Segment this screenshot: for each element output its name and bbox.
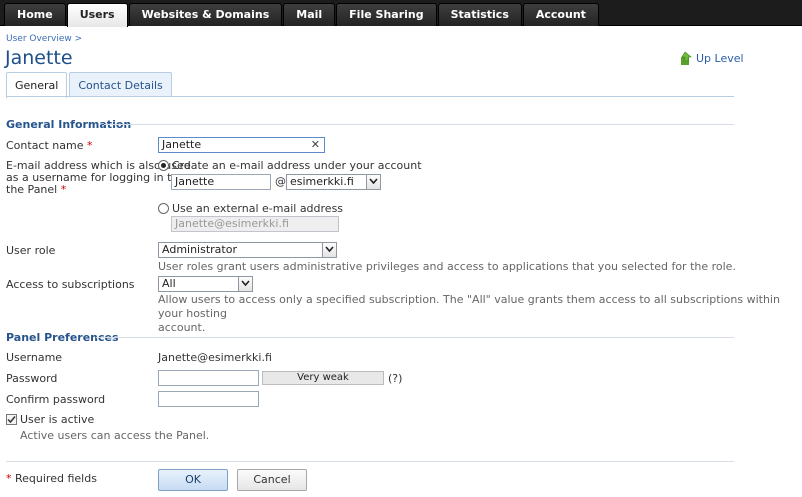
tab-account[interactable]: Account	[522, 3, 599, 26]
username-value: Janette@esimerkki.fi	[158, 351, 272, 364]
chevron-down-icon	[238, 277, 252, 291]
confirm-password-label: Confirm password	[6, 393, 106, 406]
up-level-icon	[681, 52, 692, 65]
chevron-down-icon	[322, 243, 336, 257]
breadcrumb[interactable]: User Overview >	[6, 34, 82, 44]
section-divider	[104, 124, 734, 125]
ok-button[interactable]: OK	[158, 469, 228, 491]
at-sign: @	[275, 175, 286, 188]
tab-home[interactable]: Home	[4, 3, 66, 26]
cancel-button[interactable]: Cancel	[237, 469, 307, 491]
chevron-down-icon	[366, 175, 380, 189]
user-active-label: User is active	[20, 413, 95, 426]
external-email-radio[interactable]	[158, 203, 169, 214]
subscriptions-hint: Allow users to access only a specified s…	[158, 293, 780, 334]
email-local-input[interactable]: Janette	[171, 174, 271, 190]
password-input[interactable]	[158, 370, 259, 386]
required-mark: *	[87, 139, 93, 152]
top-navigation: Home Users Websites & Domains Mail File …	[0, 0, 802, 27]
user-active-checkbox[interactable]	[6, 414, 17, 425]
create-email-option-label: Create an e-mail address under your acco…	[172, 159, 422, 172]
tab-general[interactable]: General	[6, 72, 68, 98]
nav-tabs: Home Users Websites & Domains Mail File …	[4, 3, 600, 27]
subscriptions-label: Access to subscriptions	[6, 278, 135, 291]
confirm-password-input[interactable]	[158, 391, 259, 407]
tab-statistics[interactable]: Statistics	[437, 3, 522, 26]
external-email-option-label: Use an external e-mail address	[172, 202, 344, 215]
checkmark-icon	[7, 416, 16, 424]
user-role-hint: User roles grant users administrative pr…	[158, 260, 736, 273]
up-level-label: Up Level	[696, 52, 744, 65]
create-email-radio[interactable]	[158, 160, 169, 171]
section-divider	[96, 337, 734, 338]
external-email-input[interactable]: Janette@esimerkki.fi	[171, 216, 339, 232]
footer-divider	[6, 461, 734, 462]
tabs-divider	[6, 96, 734, 97]
tab-mail[interactable]: Mail	[283, 3, 336, 26]
page-title: Janette	[5, 47, 73, 69]
subscriptions-select[interactable]: All	[158, 276, 253, 292]
password-strength-meter: Very weak	[262, 371, 384, 385]
contact-name-input[interactable]: Janette ✕	[158, 137, 325, 153]
username-label: Username	[6, 351, 63, 364]
email-domain-select[interactable]: esimerkki.fi	[286, 174, 381, 190]
required-fields-note: * Required fields	[6, 472, 97, 485]
contact-name-label: Contact name *	[6, 139, 93, 152]
password-label: Password	[6, 372, 58, 385]
clear-input-icon[interactable]: ✕	[311, 138, 320, 152]
tab-websites-domains[interactable]: Websites & Domains	[128, 3, 283, 26]
page-tabs: General Contact Details	[6, 72, 174, 98]
tab-contact-details[interactable]: Contact Details	[69, 72, 172, 97]
user-role-select[interactable]: Administrator	[158, 242, 337, 258]
password-help-link[interactable]: (?)	[388, 373, 402, 385]
up-level-link[interactable]: Up Level	[680, 52, 744, 65]
user-role-label: User role	[6, 244, 56, 257]
tab-users[interactable]: Users	[66, 3, 128, 27]
tab-file-sharing[interactable]: File Sharing	[336, 3, 437, 26]
user-active-hint: Active users can access the Panel.	[20, 429, 210, 442]
